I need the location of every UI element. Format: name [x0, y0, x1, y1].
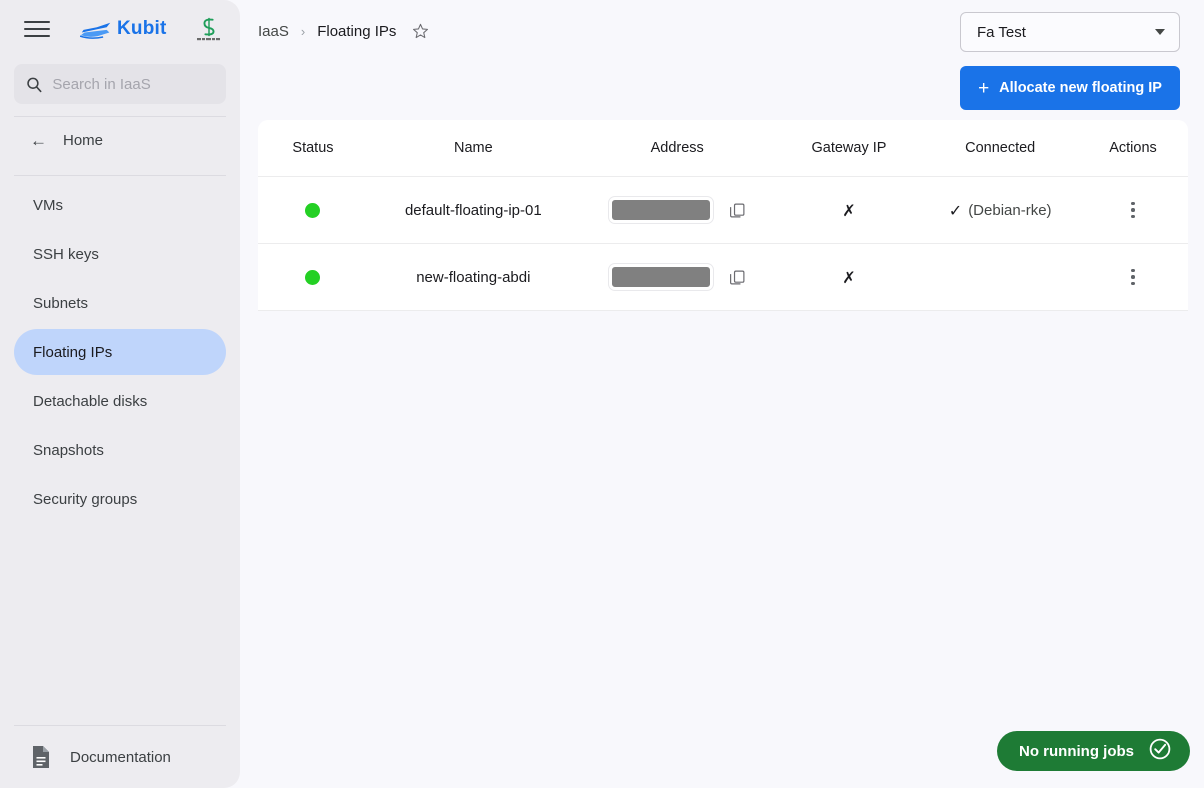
arrow-left-icon: ←	[30, 130, 47, 150]
allocate-button-label: Allocate new floating IP	[999, 80, 1162, 96]
sidebar-item-label: Detachable disks	[33, 392, 148, 410]
check-mark-icon: ✓	[948, 200, 963, 220]
row-actions	[1078, 195, 1188, 225]
row-connected: ✓ (Debian-rke)	[922, 201, 1078, 220]
redacted-address	[608, 197, 713, 223]
row-name: default-floating-ip-01	[404, 201, 542, 219]
row-gateway-ip: ✗	[776, 268, 923, 287]
floating-ips-table: Status Name Address Gateway IP Connected…	[258, 120, 1188, 311]
sidebar-divider-nav	[14, 175, 226, 176]
column-header-status: Status	[292, 140, 334, 156]
column-header-gateway-ip: Gateway IP	[811, 140, 887, 156]
breadcrumb: IaaS › Floating IPs	[258, 23, 429, 40]
sidebar-item-snapshots[interactable]: Snapshots	[14, 427, 226, 473]
sidebar-header: Kubit	[0, 0, 240, 58]
cross-mark-icon: ✗	[842, 267, 856, 287]
sidebar-item-home[interactable]: ← Home	[14, 117, 226, 163]
sidebar-item-documentation[interactable]: Documentation	[0, 726, 240, 788]
sidebar-item-label: Snapshots	[33, 441, 104, 459]
sidebar-item-label: Floating IPs	[33, 343, 113, 361]
row-address	[579, 197, 776, 223]
sidebar-item-vms[interactable]: VMs	[14, 182, 226, 228]
row-name: new-floating-abdi	[416, 268, 531, 286]
check-circle-icon	[1148, 737, 1172, 765]
breadcrumb-current: Floating IPs	[317, 22, 397, 40]
breadcrumb-separator: ›	[300, 23, 306, 39]
table-header-row: Status Name Address Gateway IP Connected…	[258, 120, 1188, 177]
project-select[interactable]: Fa Test	[960, 12, 1180, 52]
column-header-address: Address	[650, 140, 704, 156]
sidebar-footer: Documentation	[0, 713, 240, 788]
sidebar-item-label: VMs	[33, 196, 63, 214]
allocate-new-floating-ip-button[interactable]: + Allocate new floating IP	[960, 66, 1180, 110]
breadcrumb-root[interactable]: IaaS	[258, 23, 289, 40]
sidebar-item-floating-ips[interactable]: Floating IPs	[14, 329, 226, 375]
sidebar-nav: VMs SSH keys Subnets Floating IPs Detach…	[0, 182, 240, 522]
table-row[interactable]: default-floating-ip-01 ✗ ✓ (Debian-rke)	[258, 177, 1188, 244]
brand-label: Kubit	[117, 18, 167, 39]
star-outline-icon[interactable]	[412, 23, 429, 40]
more-vert-icon[interactable]	[1118, 195, 1148, 225]
cross-mark-icon: ✗	[842, 200, 856, 220]
sidebar-item-label: Subnets	[33, 294, 89, 312]
column-header-name: Name	[453, 140, 493, 156]
column-header-actions: Actions	[1109, 140, 1157, 156]
brand[interactable]: Kubit	[80, 18, 167, 40]
status-dot-icon	[305, 269, 321, 285]
chevron-down-icon	[1155, 29, 1165, 35]
column-header-connected: Connected	[965, 140, 1036, 156]
project-select-value: Fa Test	[977, 23, 1026, 41]
header-actions: Fa Test + Allocate new floating IP	[960, 12, 1180, 110]
table-row[interactable]: new-floating-abdi ✗	[258, 244, 1188, 311]
search-icon	[27, 77, 42, 92]
copy-icon[interactable]	[729, 269, 746, 286]
row-actions	[1078, 262, 1188, 292]
status-badge	[258, 269, 368, 285]
sidebar: Kubit Search in IaaS ← Home VMs SSH keys…	[0, 0, 240, 788]
search-input[interactable]	[52, 75, 214, 93]
status-badge	[258, 202, 368, 218]
company-s-logo-icon	[195, 14, 223, 44]
sidebar-item-label: SSH keys	[33, 245, 99, 263]
copy-icon[interactable]	[729, 202, 746, 219]
status-dot-icon	[305, 202, 321, 218]
more-vert-icon[interactable]	[1118, 262, 1148, 292]
sidebar-item-ssh-keys[interactable]: SSH keys	[14, 231, 226, 277]
documentation-label: Documentation	[70, 748, 171, 766]
hamburger-icon[interactable]	[24, 16, 50, 42]
row-gateway-ip: ✗	[776, 201, 923, 220]
running-jobs-status-pill[interactable]: No running jobs	[997, 731, 1190, 771]
main-content: IaaS › Floating IPs Fa Test + Allocate n…	[240, 0, 1204, 788]
document-icon	[33, 746, 49, 768]
app-root: Kubit Search in IaaS ← Home VMs SSH keys…	[0, 0, 1204, 788]
search-box[interactable]	[14, 64, 226, 104]
sidebar-item-security-groups[interactable]: Security groups	[14, 476, 226, 522]
plus-icon: +	[978, 77, 990, 99]
sidebar-item-subnets[interactable]: Subnets	[14, 280, 226, 326]
sidebar-item-label: Security groups	[33, 490, 138, 508]
row-address	[579, 264, 776, 290]
boat-logo-icon	[80, 22, 111, 39]
running-jobs-label: No running jobs	[1019, 742, 1134, 760]
home-label: Home	[63, 131, 104, 149]
redacted-address	[608, 264, 713, 290]
sidebar-item-detachable-disks[interactable]: Detachable disks	[14, 378, 226, 424]
connected-target: (Debian-rke)	[968, 201, 1052, 219]
